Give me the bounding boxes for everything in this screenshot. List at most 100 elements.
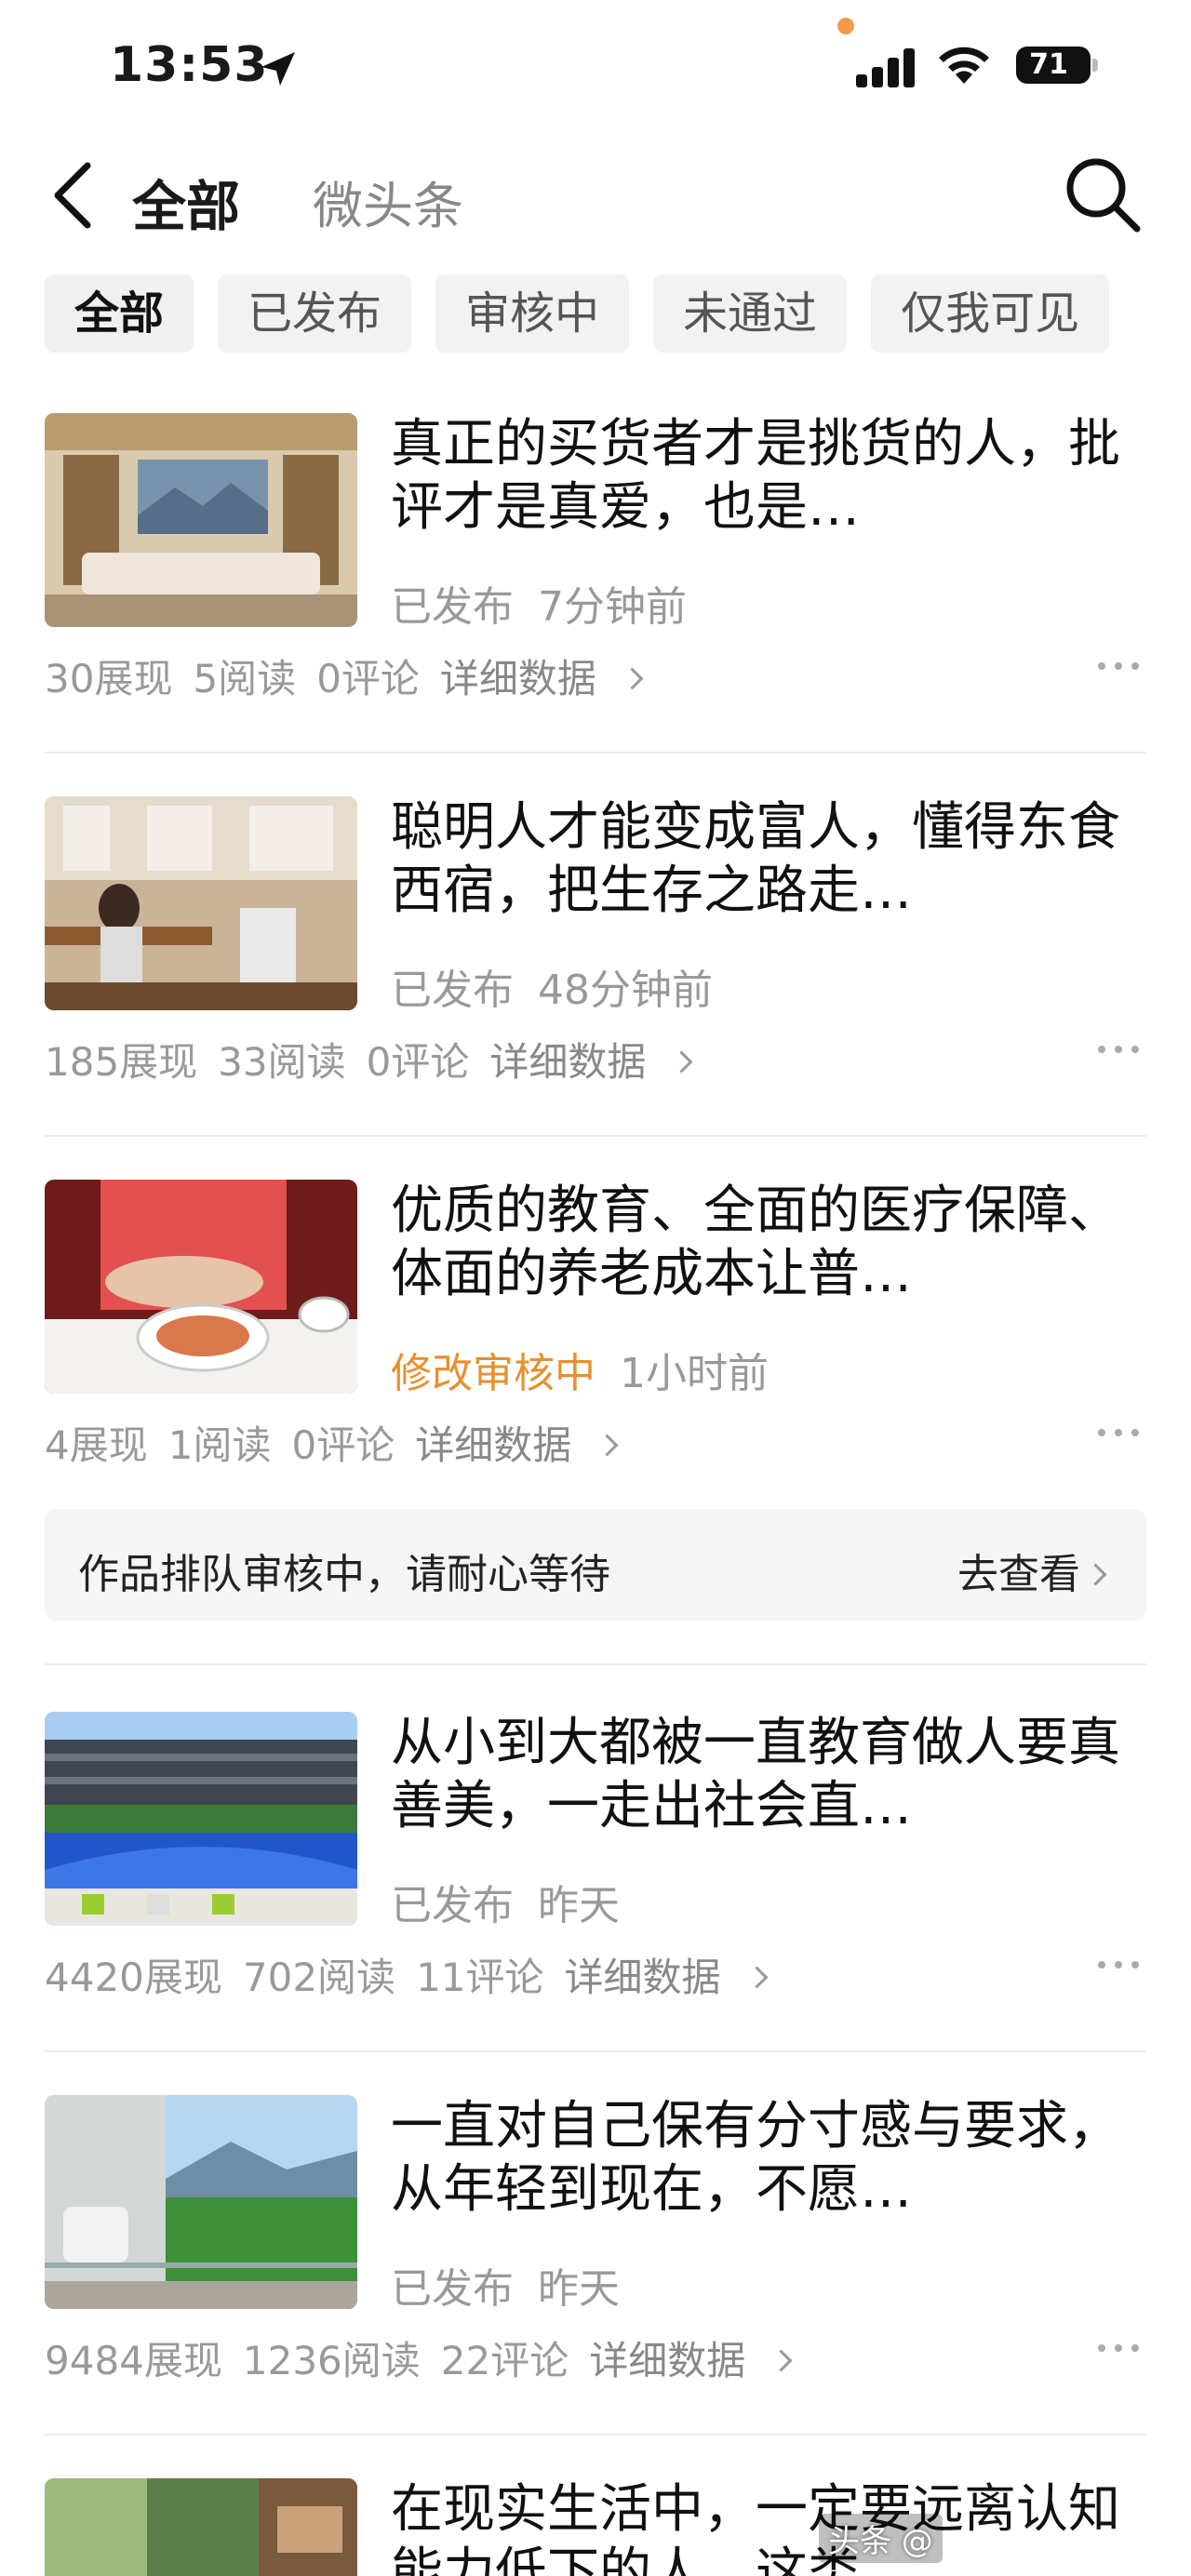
chevron-right-icon xyxy=(745,1966,769,1989)
status-bar: 13:53 71 xyxy=(0,0,1191,140)
impressions-count: 30展现 xyxy=(45,656,173,701)
search-icon[interactable] xyxy=(1061,153,1144,236)
article-meta: 已发布 昨天 xyxy=(391,2255,620,2315)
impressions-count: 185展现 xyxy=(45,1039,198,1085)
more-dots-icon[interactable] xyxy=(1098,1040,1141,1059)
chevron-right-icon xyxy=(596,1434,619,1457)
article-title[interactable]: 一直对自己保有分寸感与要求，从年轻到现在，不愿… xyxy=(391,2095,1146,2222)
comments-count: 0评论 xyxy=(316,656,420,701)
detail-data-link[interactable]: 详细数据 xyxy=(589,2338,793,2383)
article-title[interactable]: 从小到大都被一直教育做人要真善美，一走出社会直… xyxy=(391,1712,1146,1838)
more-dots-icon[interactable] xyxy=(1098,1955,1141,1974)
article-meta: 修改审核中 1小时前 xyxy=(391,1340,769,1399)
divider xyxy=(45,2050,1146,2052)
article-title[interactable]: 在现实生活中，一定要远离认知能力低下的人，这类… xyxy=(391,2478,1146,2576)
chevron-right-icon xyxy=(769,2349,793,2372)
reads-count: 1阅读 xyxy=(167,1422,272,1468)
divider xyxy=(45,1663,1146,1665)
article-time: 48分钟前 xyxy=(538,967,713,1014)
article-status: 已发布 xyxy=(391,1882,514,1929)
article-stats: 9484展现 1236阅读 22评论 详细数据 xyxy=(45,2329,810,2386)
detail-data-label: 详细数据 xyxy=(564,1955,721,2000)
detail-data-link[interactable]: 详细数据 xyxy=(439,656,644,701)
location-arrow-icon xyxy=(261,52,295,86)
article-meta: 已发布 昨天 xyxy=(391,1872,620,1931)
article-time: 昨天 xyxy=(538,2265,620,2313)
chevron-right-icon xyxy=(621,667,644,690)
detail-data-label: 详细数据 xyxy=(439,656,596,701)
more-dots-icon[interactable] xyxy=(1098,2339,1141,2357)
comments-count: 11评论 xyxy=(416,1955,544,2000)
filter-tab-published[interactable]: 已发布 xyxy=(218,274,412,353)
article-card[interactable]: 一直对自己保有分寸感与要求，从年轻到现在，不愿… 已发布 昨天 9484展现 123… xyxy=(45,2095,1146,2402)
article-status: 已发布 xyxy=(391,967,514,1014)
article-status: 已发布 xyxy=(391,2265,514,2313)
article-stats: 4420展现 702阅读 11评论 详细数据 xyxy=(45,1946,785,2003)
battery-level: 71 xyxy=(1029,48,1068,81)
comments-count: 0评论 xyxy=(291,1422,395,1468)
article-card[interactable]: 从小到大都被一直教育做人要真善美，一走出社会直… 已发布 昨天 4420展现 702… xyxy=(45,1712,1146,2019)
detail-data-link[interactable]: 详细数据 xyxy=(415,1422,619,1468)
detail-data-link[interactable]: 详细数据 xyxy=(489,1039,693,1085)
article-stats: 30展现 5阅读 0评论 详细数据 xyxy=(45,647,661,704)
article-status: 修改审核中 xyxy=(391,1350,596,1397)
comments-count: 0评论 xyxy=(366,1039,470,1085)
comments-count: 22评论 xyxy=(440,2338,569,2383)
view-review-link[interactable]: 去查看 xyxy=(957,1541,1107,1600)
review-notice-text: 作品排队审核中，请耐心等待 xyxy=(78,1551,610,1598)
wifi-icon xyxy=(939,47,989,84)
more-dots-icon[interactable] xyxy=(1098,1423,1141,1442)
filter-tab-private[interactable]: 仅我可见 xyxy=(871,274,1110,353)
detail-data-link[interactable]: 详细数据 xyxy=(564,1955,769,2000)
article-meta: 已发布 48分钟前 xyxy=(391,956,713,1016)
reads-count: 702阅读 xyxy=(242,1955,396,2000)
article-stats: 185展现 33阅读 0评论 详细数据 xyxy=(45,1031,710,1088)
review-notice: 作品排队审核中，请耐心等待 去查看 xyxy=(45,1509,1146,1621)
article-title[interactable]: 聪明人才能变成富人，懂得东食西宿，把生存之路走… xyxy=(391,796,1146,923)
back-arrow-icon[interactable] xyxy=(47,158,102,233)
article-card[interactable]: 真正的买货者才是挑货的人，批评才是真爱，也是… 已发布 7分钟前 30展现 5阅读 0… xyxy=(45,413,1146,720)
article-card[interactable]: 优质的教育、全面的医疗保障、体面的养老成本让普… 修改审核中 1小时前 4展现 1阅… xyxy=(45,1180,1146,1487)
reads-count: 33阅读 xyxy=(218,1039,346,1085)
article-meta: 已发布 7分钟前 xyxy=(391,573,687,633)
article-thumbnail xyxy=(45,796,357,1010)
filter-tab-rejected[interactable]: 未通过 xyxy=(653,274,848,353)
filter-tab-all[interactable]: 全部 xyxy=(45,274,194,353)
more-dots-icon[interactable] xyxy=(1098,657,1141,675)
detail-data-label: 详细数据 xyxy=(415,1422,572,1468)
detail-data-label: 详细数据 xyxy=(489,1039,647,1085)
reads-count: 5阅读 xyxy=(193,656,297,701)
battery-icon: 71 xyxy=(1016,47,1098,84)
article-status: 已发布 xyxy=(391,583,514,631)
impressions-count: 4展现 xyxy=(45,1422,148,1468)
divider xyxy=(45,752,1146,754)
camera-indicator xyxy=(837,18,854,34)
article-title[interactable]: 优质的教育、全面的医疗保障、体面的养老成本让普… xyxy=(391,1180,1146,1306)
article-stats: 4展现 1阅读 0评论 详细数据 xyxy=(45,1414,636,1471)
status-time: 13:53 xyxy=(110,37,269,93)
impressions-count: 9484展现 xyxy=(45,2338,222,2383)
article-thumbnail xyxy=(45,1180,357,1394)
article-card[interactable]: 聪明人才能变成富人，懂得东食西宿，把生存之路走… 已发布 48分钟前 185展现 3… xyxy=(45,796,1146,1103)
article-thumbnail xyxy=(45,2095,357,2309)
chevron-right-icon xyxy=(1084,1562,1107,1586)
detail-data-label: 详细数据 xyxy=(589,2338,746,2383)
filter-tabs: 全部 已发布 审核中 未通过 仅我可见 xyxy=(45,274,1191,353)
article-time: 1小时前 xyxy=(620,1350,769,1397)
article-card[interactable]: 在现实生活中，一定要远离认知能力低下的人，这类… xyxy=(45,2478,1146,2576)
article-time: 昨天 xyxy=(538,1882,620,1929)
impressions-count: 4420展现 xyxy=(45,1955,222,2000)
tab-weitoutiao[interactable]: 微头条 xyxy=(313,165,463,238)
page-title[interactable]: 全部 xyxy=(132,163,240,241)
signal-icon xyxy=(856,41,921,87)
divider xyxy=(45,1135,1146,1137)
article-thumbnail xyxy=(45,413,357,627)
reads-count: 1236阅读 xyxy=(242,2338,421,2383)
article-thumbnail xyxy=(45,1712,357,1926)
watermark: 头条 @ xyxy=(819,2514,943,2563)
article-title[interactable]: 真正的买货者才是挑货的人，批评才是真爱，也是… xyxy=(391,413,1146,540)
filter-tab-reviewing[interactable]: 审核中 xyxy=(435,274,630,353)
chevron-right-icon xyxy=(670,1050,693,1074)
nav-header: 全部 微头条 xyxy=(0,140,1191,251)
article-thumbnail xyxy=(45,2478,357,2576)
